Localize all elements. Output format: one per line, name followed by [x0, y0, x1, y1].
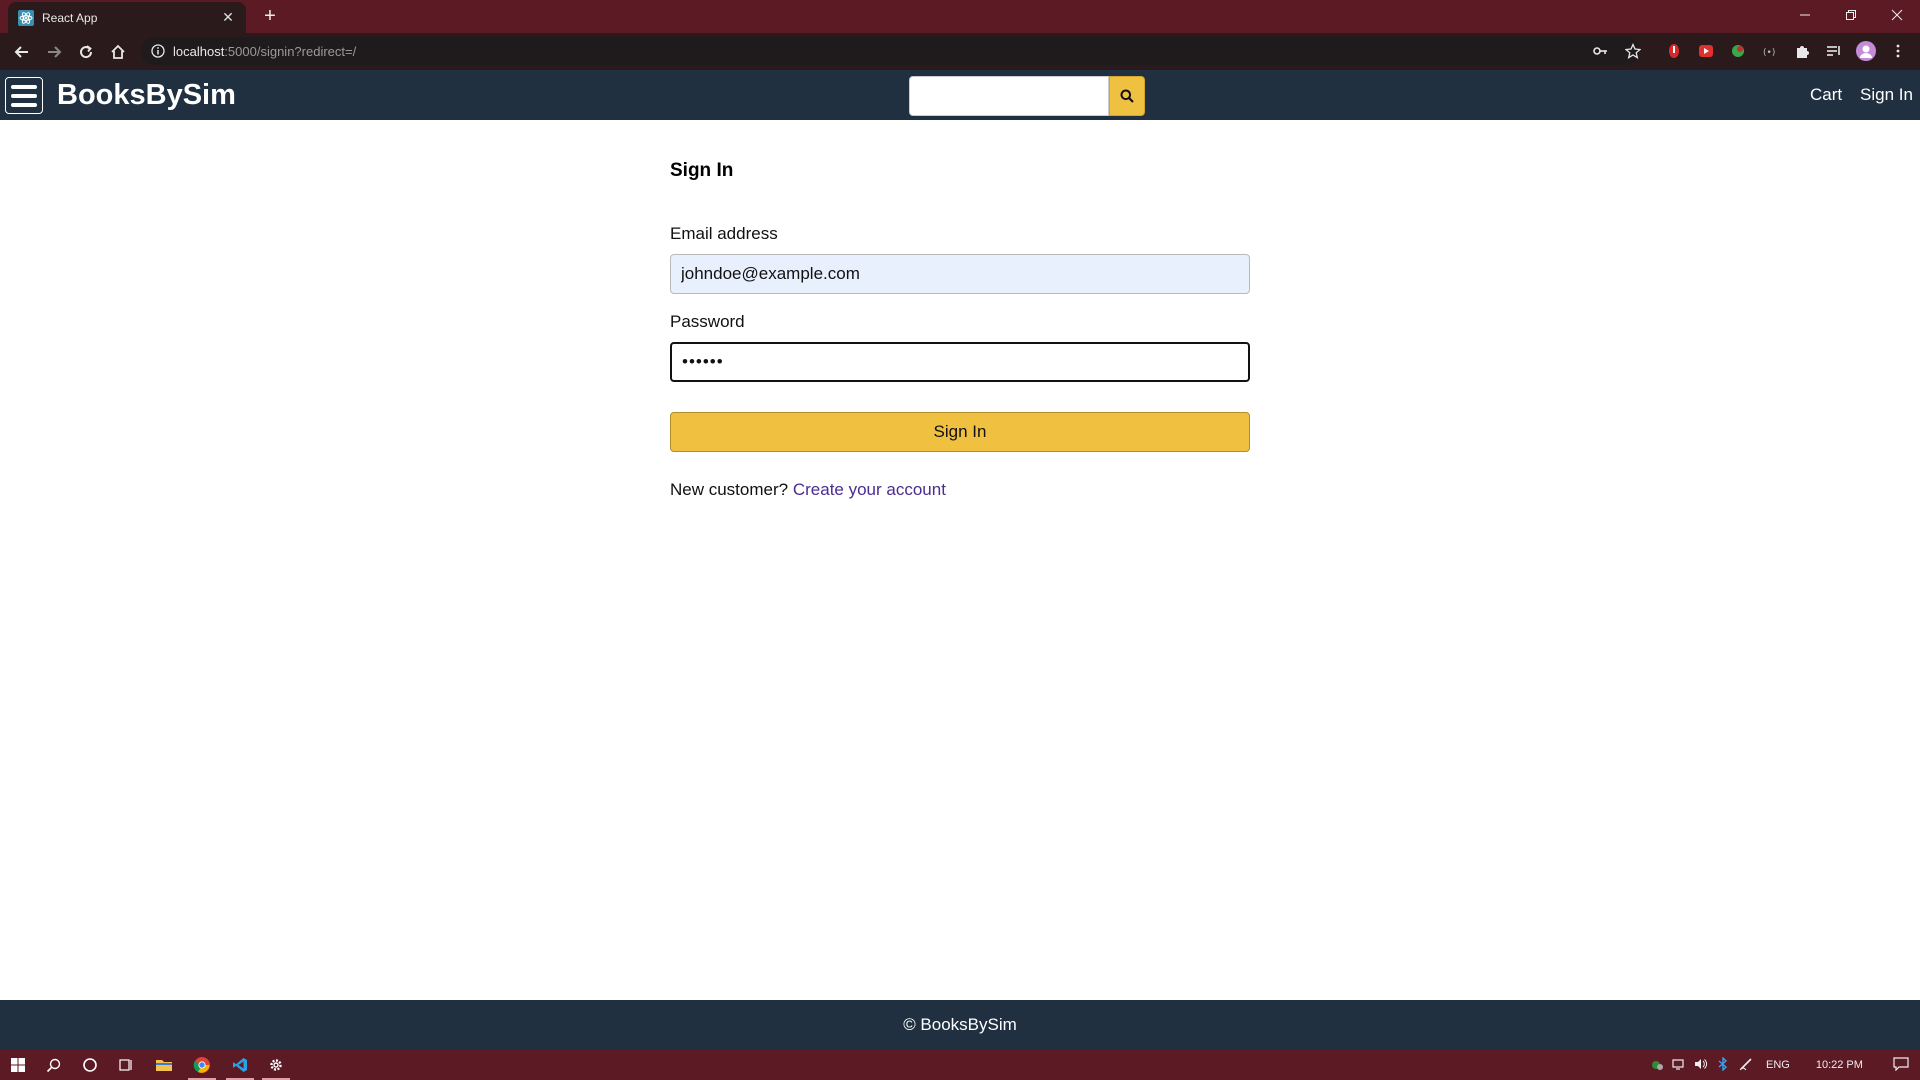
url-host: localhost — [173, 43, 225, 59]
reload-icon[interactable] — [72, 38, 100, 66]
new-customer-row: New customer? Create your account — [670, 480, 946, 500]
task-view-icon[interactable] — [108, 1050, 144, 1080]
extension-red-icon[interactable] — [1664, 41, 1684, 61]
email-label: Email address — [670, 224, 778, 243]
cart-link[interactable]: Cart — [1810, 85, 1842, 105]
hamburger-icon-bar — [11, 93, 37, 98]
tab-close-icon[interactable]: ✕ — [220, 9, 236, 26]
close-window-icon[interactable] — [1874, 0, 1920, 30]
extensions-puzzle-icon[interactable] — [1792, 41, 1812, 61]
footer-copyright: © BooksBySim — [903, 1015, 1017, 1034]
browser-menu-icon[interactable] — [1888, 41, 1908, 61]
signin-submit-button[interactable]: Sign In — [670, 412, 1250, 452]
home-icon[interactable] — [104, 38, 132, 66]
password-field[interactable] — [670, 342, 1250, 382]
new-customer-text: New customer? — [670, 480, 789, 499]
hamburger-menu-button[interactable] — [5, 77, 43, 114]
tray-network-shield-icon[interactable] — [1646, 1057, 1668, 1074]
info-icon[interactable] — [151, 44, 165, 58]
media-queue-icon[interactable] — [1824, 41, 1844, 61]
windows-start-icon[interactable] — [0, 1050, 36, 1080]
key-icon[interactable] — [1590, 41, 1610, 61]
notification-center-icon[interactable] — [1893, 1056, 1909, 1074]
password-label: Password — [670, 312, 745, 331]
app-footer: © BooksBySim — [0, 1000, 1920, 1050]
extension-grammar-icon[interactable] — [1728, 41, 1748, 61]
file-explorer-icon[interactable] — [146, 1050, 182, 1080]
back-icon[interactable] — [8, 38, 36, 66]
email-field[interactable] — [670, 254, 1250, 294]
taskbar-search-icon[interactable] — [36, 1050, 72, 1080]
tray-clock[interactable]: 10:22 PM — [1816, 1059, 1863, 1071]
forward-icon[interactable] — [40, 38, 68, 66]
svg-text:(•): (•) — [1763, 48, 1775, 58]
app-header: BooksBySim Cart Sign In — [0, 70, 1920, 120]
brand-logo[interactable]: BooksBySim — [57, 78, 236, 112]
search-form — [909, 76, 1145, 116]
chrome-taskbar-icon[interactable] — [184, 1050, 220, 1080]
tray-bluetooth-icon[interactable] — [1712, 1055, 1734, 1074]
signin-nav-link[interactable]: Sign In — [1860, 85, 1913, 105]
hamburger-icon-bar — [11, 84, 37, 89]
search-input[interactable] — [909, 76, 1109, 116]
address-bar[interactable]: localhost:5000/signin?redirect=/ — [141, 37, 1639, 65]
browser-tab[interactable]: React App ✕ — [8, 2, 246, 33]
vscode-taskbar-icon[interactable] — [222, 1050, 258, 1080]
page-title: Sign In — [670, 160, 734, 181]
react-icon — [18, 9, 34, 26]
os-taskbar: ENG 10:22 PM — [0, 1050, 1920, 1080]
extension-broadcast-icon[interactable]: (•) — [1760, 41, 1780, 61]
extension-youtube-icon[interactable] — [1696, 41, 1716, 61]
minimize-icon[interactable] — [1782, 0, 1828, 30]
tray-volume-icon[interactable] — [1690, 1057, 1712, 1074]
tray-pen-icon[interactable] — [1734, 1057, 1758, 1074]
search-icon — [1120, 89, 1134, 103]
cortana-icon[interactable] — [72, 1050, 108, 1080]
new-tab-icon[interactable]: + — [258, 4, 282, 28]
browser-tabstrip: React App ✕ + — [0, 0, 1920, 33]
tray-network-icon[interactable] — [1668, 1057, 1690, 1074]
search-button[interactable] — [1109, 76, 1145, 116]
system-tray: ENG 10:22 PM — [1646, 1050, 1909, 1080]
url-path: :5000/signin?redirect=/ — [224, 43, 357, 59]
tab-title: React App — [42, 10, 98, 25]
bookmark-star-icon[interactable] — [1623, 41, 1643, 61]
profile-avatar-icon[interactable] — [1856, 41, 1876, 61]
create-account-link[interactable]: Create your account — [793, 480, 946, 499]
tray-language[interactable]: ENG — [1766, 1059, 1790, 1071]
hamburger-icon-bar — [11, 102, 37, 107]
settings-gear-icon[interactable] — [258, 1050, 294, 1080]
browser-toolbar: localhost:5000/signin?redirect=/ (•) — [0, 33, 1920, 70]
restore-icon[interactable] — [1828, 0, 1874, 30]
